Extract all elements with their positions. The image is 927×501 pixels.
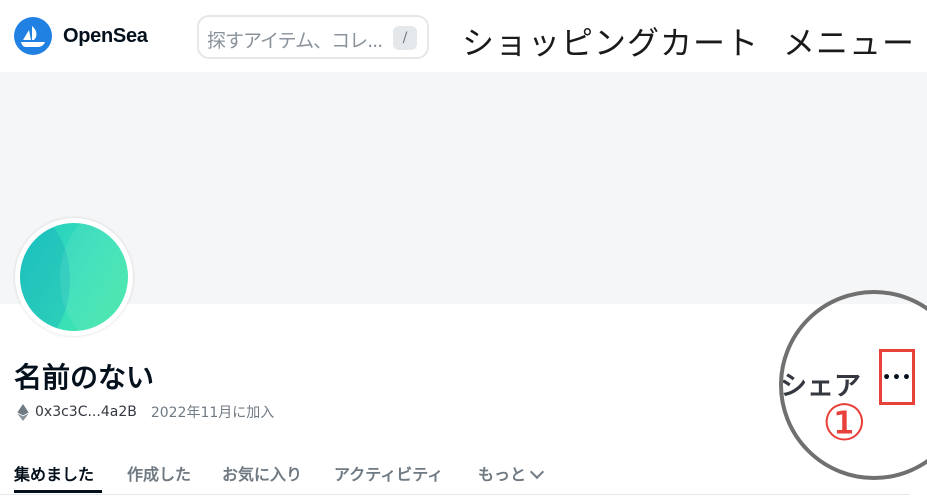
brand-name: OpenSea [63,24,148,47]
tab-activity[interactable]: アクティビティ [334,461,443,485]
avatar [15,218,133,336]
shopping-cart-link[interactable]: ショッピングカート [462,18,759,64]
menu-link[interactable]: メニュー [783,18,915,64]
search-placeholder: 探すアイテム、コレ... [207,30,383,52]
top-nav: OpenSea 探すアイテム、コレ... / ショッピングカート メニュー [0,0,927,72]
profile-tabs: 集めました 作成した お気に入り アクティビティ もっと [0,448,910,495]
step-marker: ① [822,394,867,452]
search-shortcut-key: / [393,26,417,50]
tab-favorited[interactable]: お気に入り [222,461,302,485]
opensea-logo[interactable]: OpenSea [14,17,148,55]
tab-created[interactable]: 作成した [127,461,191,485]
wallet-address[interactable]: 0x3c3C...4a2B [35,404,137,420]
more-options-button[interactable]: ••• [879,349,915,405]
tab-more-label: もっと [478,465,527,484]
tab-collected[interactable]: 集めました [14,461,94,485]
tab-more[interactable]: もっと [478,461,545,485]
opensea-logo-icon [14,17,52,55]
active-tab-indicator [14,490,102,493]
avatar-image [20,223,128,331]
chevron-down-icon [529,464,545,480]
profile-name: 名前のない [14,361,155,394]
profile-banner [0,72,927,304]
joined-date: 2022年11月に加入 [150,405,275,421]
search-input[interactable]: 探すアイテム、コレ... / [197,15,429,59]
ethereum-icon [17,403,29,421]
profile-meta: 0x3c3C...4a2B 2022年11月に加入 [17,402,274,422]
more-options-icon: ••• [882,370,912,386]
